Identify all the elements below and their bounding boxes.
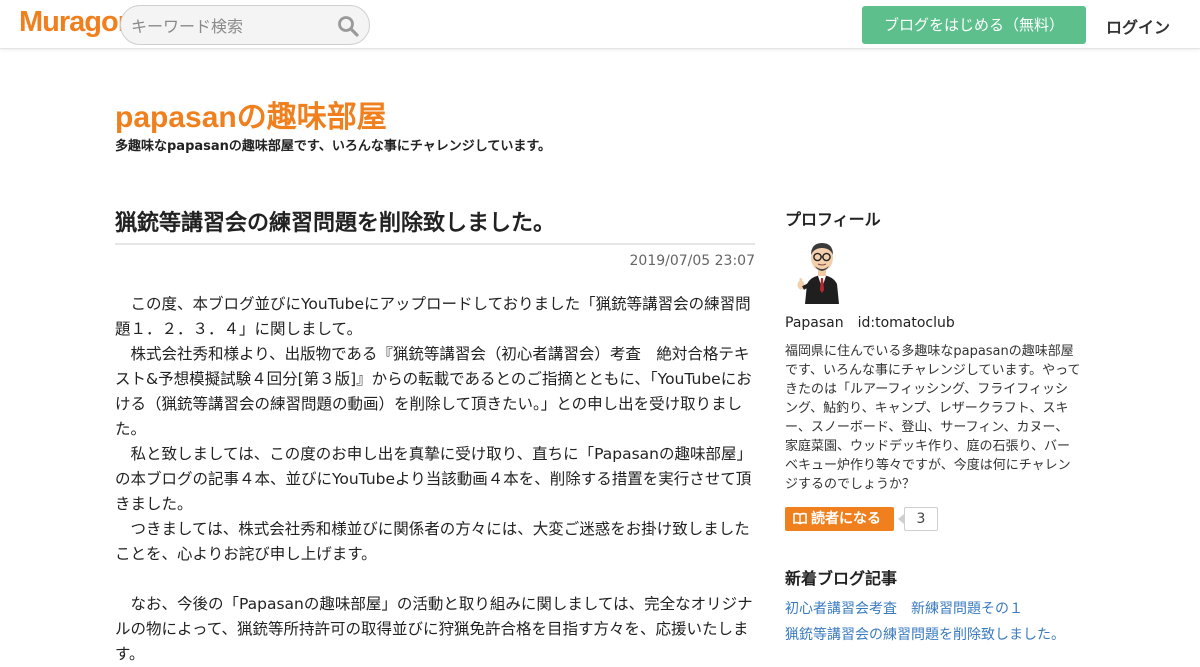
article-title: 猟銃等講習会の練習問題を削除致しました。 (115, 205, 755, 245)
recent-post-link[interactable]: 猟銃等講習会の練習問題を削除致しました。 (785, 624, 1065, 644)
article-paragraph: 株式会社秀和様より、出版物である『猟銃等講習会（初心者講習会）考査 絶対合格テキ… (115, 345, 752, 438)
search-icon[interactable] (337, 15, 359, 37)
search-box[interactable] (120, 5, 370, 45)
article-paragraph: 私と致しましては、この度のお申し出を真摯に受け取り、直ちに「Papasanの趣味… (115, 445, 752, 513)
recent-post-link[interactable]: 初心者講習会考査 新練習問題その１ (785, 598, 1023, 618)
start-blog-button[interactable]: ブログをはじめる（無料） (862, 6, 1086, 44)
profile-heading: プロフィール (785, 210, 881, 229)
article-body: この度、本ブログ並びにYouTubeにアップロードしておりました「猟銃等講習会の… (115, 292, 757, 667)
profile-description: 福岡県に住んでいる多趣味なpapasanの趣味部屋です、いろんな事にチャレンジし… (785, 344, 1081, 492)
blog-description: 多趣味なpapasanの趣味部屋です、いろんな事にチャレンジしています。 (115, 139, 552, 154)
muragon-logo[interactable]: Muragon (19, 6, 135, 39)
article-paragraph: この度、本ブログ並びにYouTubeにアップロードしておりました「猟銃等講習会の… (115, 295, 751, 338)
recent-posts-heading: 新着ブログ記事 (785, 569, 898, 588)
follow-reader-button[interactable]: 読者になる (785, 507, 894, 531)
top-navbar: Muragon ブログをはじめる（無料） ログイン (0, 0, 1200, 49)
login-link[interactable]: ログイン (1106, 14, 1170, 38)
article-paragraph: つきましては、株式会社秀和様並びに関係者の方々には、大変ご迷惑をお掛け致しました… (115, 520, 750, 563)
reader-count-badge: 3 (904, 507, 938, 531)
profile-avatar[interactable] (797, 238, 847, 304)
article-date: 2019/07/05 23:07 (629, 253, 756, 269)
follow-reader-label: 読者になる (811, 511, 881, 527)
book-icon (793, 512, 807, 525)
search-input[interactable] (131, 15, 331, 37)
profile-name[interactable]: Papasan id:tomatoclub (785, 312, 955, 332)
blog-title[interactable]: papasanの趣味部屋 (115, 92, 387, 136)
